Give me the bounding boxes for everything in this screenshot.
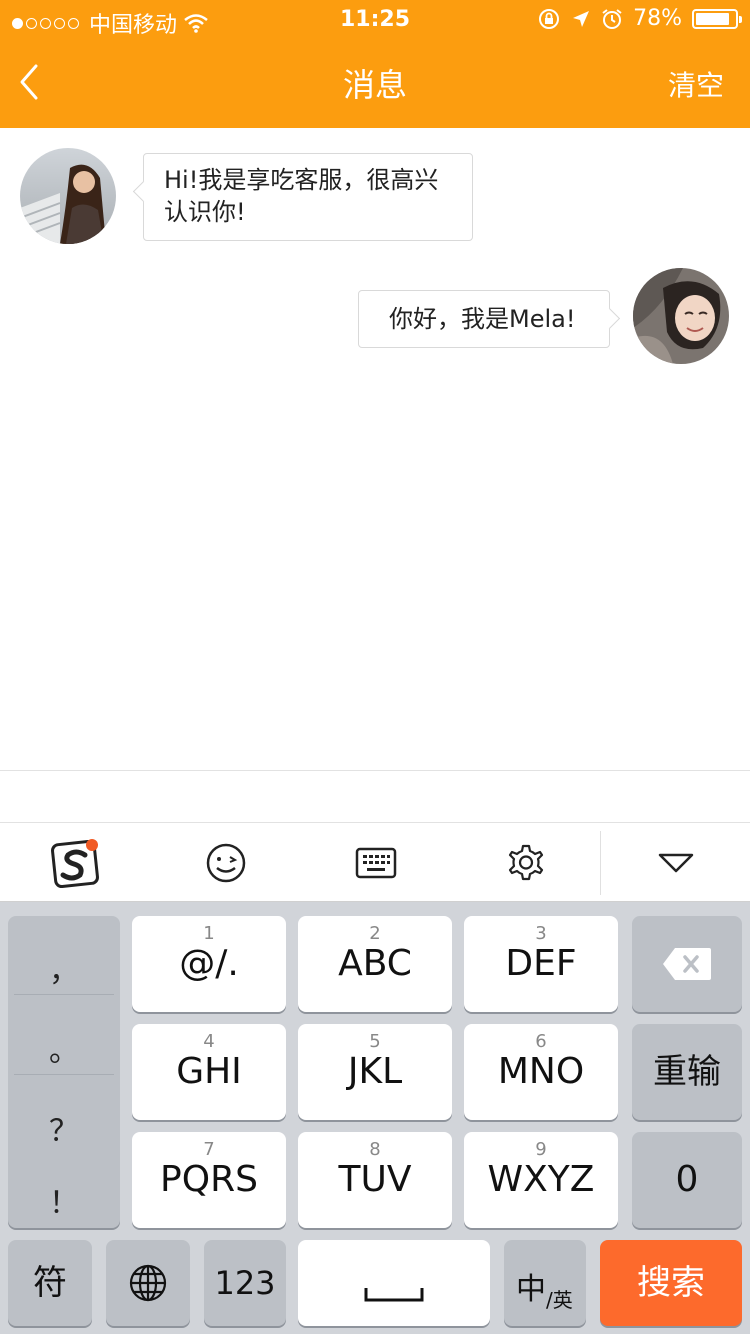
sogou-logo-icon[interactable] [48,835,104,891]
message-text: 你好，我是Mela! [389,305,576,333]
keyboard-icon[interactable] [348,835,404,891]
emoji-icon[interactable] [198,835,254,891]
chat-area[interactable]: Hi!我是享吃客服，很高兴 认识你! 你好，我是Mela! [0,128,750,770]
key-3[interactable]: 3 DEF [464,916,618,1012]
alarm-icon [602,8,622,29]
status-bar: 中国移动 11:25 78% [0,0,750,40]
key-8[interactable]: 8 TUV [298,1132,452,1228]
status-right: 78% [537,6,742,31]
keyboard: ， 。 ？ ！ 1 @/. 2 ABC 3 DEF 4 GHI 5 JKL 6 MNO 重输… [0,902,750,1334]
punct-period[interactable]: 。 [8,1026,120,1070]
message-input[interactable] [0,770,750,822]
collapse-icon[interactable] [648,835,704,891]
globe-icon [129,1264,167,1302]
rotation-lock-icon [539,8,560,29]
search-key[interactable]: 搜索 [600,1240,742,1326]
service-avatar[interactable] [20,148,116,244]
header: 中国移动 11:25 78% 消息 清空 [0,0,750,128]
space-icon [364,1288,424,1302]
message-bubble-outgoing[interactable]: 你好，我是Mela! [358,290,610,348]
language-toggle-key[interactable]: 中 /英 [504,1240,586,1326]
punct-comma[interactable]: ， [8,946,120,990]
space-key[interactable] [298,1240,490,1326]
battery-percent: 78% [633,6,682,31]
key-9[interactable]: 9 WXYZ [464,1132,618,1228]
reenter-key[interactable]: 重输 [632,1024,742,1120]
settings-icon[interactable] [498,835,554,891]
key-6[interactable]: 6 MNO [464,1024,618,1120]
punct-exclaim[interactable]: ！ [8,1178,120,1222]
globe-key[interactable] [106,1240,190,1326]
toolbar-divider [600,831,601,895]
message-text-line2: 认识你! [164,198,246,226]
lang-sub-label: /英 [546,1288,573,1312]
battery-icon [692,8,742,29]
backspace-icon [663,948,711,980]
ime-toolbar [0,822,750,902]
key-4[interactable]: 4 GHI [132,1024,286,1120]
lang-main-label: 中 [516,1272,546,1307]
key-5[interactable]: 5 JKL [298,1024,452,1120]
key-7[interactable]: 7 PQRS [132,1132,286,1228]
punct-question[interactable]: ？ [8,1106,120,1150]
nav-bar: 消息 清空 [0,40,750,128]
punctuation-column[interactable]: ， 。 ？ ！ [8,916,120,1228]
symbols-key[interactable]: 符 [8,1240,92,1326]
clear-button[interactable]: 清空 [668,64,724,104]
key-0[interactable]: 0 [632,1132,742,1228]
backspace-key[interactable] [632,916,742,1012]
page-title: 消息 [342,66,407,104]
numbers-key[interactable]: 123 [204,1240,286,1326]
key-1[interactable]: 1 @/. [132,916,286,1012]
location-icon [573,10,590,27]
message-text-line1: Hi!我是享吃客服，很高兴 [164,166,439,194]
user-avatar[interactable] [633,268,729,364]
key-2[interactable]: 2 ABC [298,916,452,1012]
message-bubble-incoming[interactable]: Hi!我是享吃客服，很高兴 认识你! [143,153,473,241]
